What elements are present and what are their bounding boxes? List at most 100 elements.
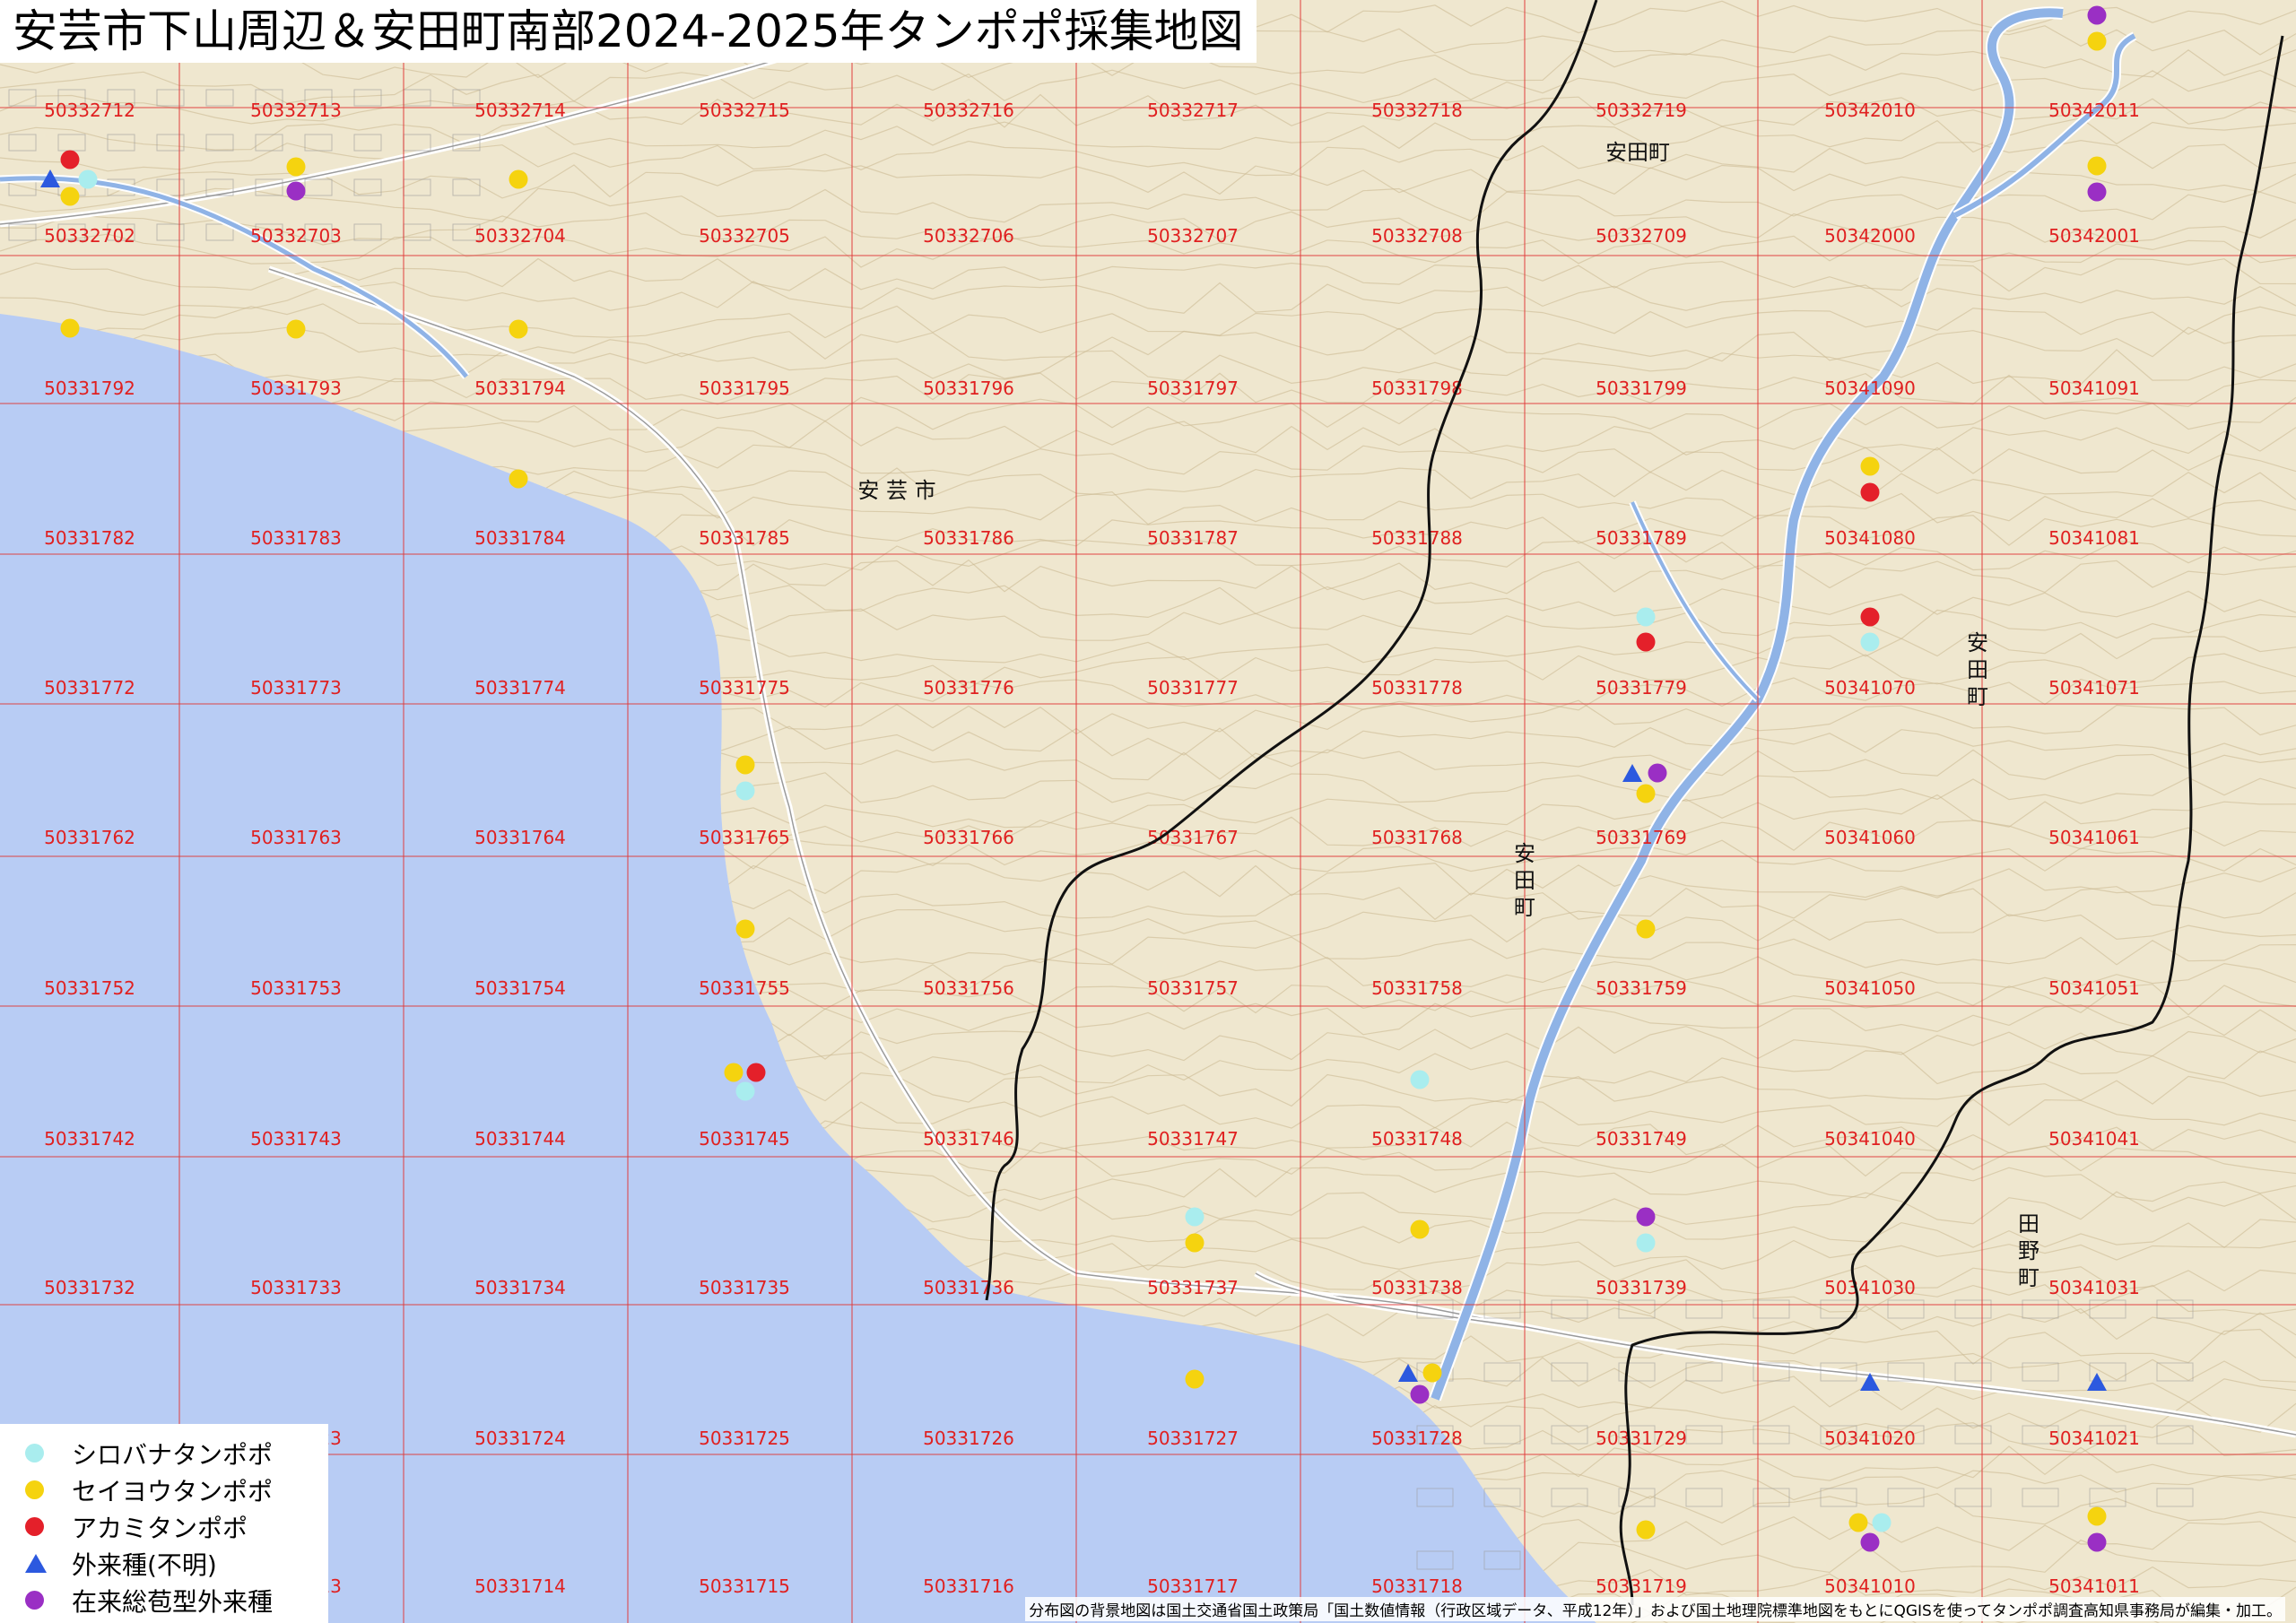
circle-icon (25, 1444, 44, 1462)
sample-marker-circle (2087, 182, 2107, 202)
grid-code-label: 50331768 (1371, 827, 1463, 848)
grid-code-label: 50331732 (44, 1277, 135, 1298)
grid-code-label: 50341081 (2048, 527, 2140, 549)
grid-code-label: 50341030 (1824, 1277, 1916, 1298)
grid-code-label: 50331738 (1371, 1277, 1463, 1298)
grid-code-label: 50332707 (1147, 225, 1239, 247)
grid-code-label: 50331777 (1147, 677, 1239, 699)
grid-code-label: 50341020 (1824, 1428, 1916, 1449)
grid-code-label: 50331754 (474, 977, 566, 999)
grid-code-label: 50341050 (1824, 977, 1916, 999)
grid-code-label: 50331783 (250, 527, 342, 549)
grid-code-label: 50331775 (699, 677, 790, 699)
place-tano: 町 (2018, 1265, 2039, 1290)
grid-code-label: 50332702 (44, 225, 135, 247)
place-yasuda-center: 田 (1514, 868, 1535, 893)
grid-code-label: 50332709 (1596, 225, 1687, 247)
grid-code-label: 50331739 (1596, 1277, 1687, 1298)
sample-marker-circle (286, 181, 306, 201)
sample-marker-circle (1860, 1532, 1880, 1552)
sample-marker-circle (60, 187, 80, 206)
grid-code-label: 50341021 (2048, 1428, 2140, 1449)
place-yasuda-east: 田 (1967, 657, 1988, 682)
sample-marker-circle (60, 150, 80, 169)
sample-marker-circle (1636, 919, 1656, 939)
grid-code-label: 50331755 (699, 977, 790, 999)
grid-code-label: 50331737 (1147, 1277, 1239, 1298)
circle-icon (25, 1517, 44, 1536)
sample-marker-circle (2087, 156, 2107, 176)
grid-code-label: 50331797 (1147, 378, 1239, 399)
grid-code-label: 50332706 (923, 225, 1014, 247)
sample-marker-circle (1410, 1070, 1430, 1089)
grid-code-label: 50341061 (2048, 827, 2140, 848)
grid-code-label: 50341091 (2048, 378, 2140, 399)
legend-item-native-hybrid: 在来総苞型外来種 (25, 1582, 328, 1619)
grid-code-label: 50332716 (923, 100, 1014, 121)
grid-code-label: 50332703 (250, 225, 342, 247)
grid-code-label: 50332714 (474, 100, 566, 121)
sample-marker-circle (735, 919, 755, 939)
grid-code-label: 50331734 (474, 1277, 566, 1298)
grid-code-label: 50331799 (1596, 378, 1687, 399)
grid-code-label: 50331725 (699, 1428, 790, 1449)
legend-item-seiyou: セイヨウタンポポ (25, 1471, 328, 1508)
grid-code-label: 50332712 (44, 100, 135, 121)
map-credit: 分布図の背景地図は国土交通省国土政策局「国土数値情報（行政区域データ、平成12年… (1025, 1597, 2285, 1621)
grid-code-label: 50331798 (1371, 378, 1463, 399)
grid-code-label: 50331724 (474, 1428, 566, 1449)
grid-code-label: 50331785 (699, 527, 790, 549)
grid-code-label: 50331773 (250, 677, 342, 699)
place-tano: 田 (2018, 1211, 2039, 1237)
grid-code-label: 50331726 (923, 1428, 1014, 1449)
sample-marker-circle (1185, 1233, 1205, 1253)
sample-marker-circle (509, 169, 528, 189)
grid-code-label: 50332705 (699, 225, 790, 247)
grid-code-label: 50341041 (2048, 1128, 2140, 1150)
grid-code-label: 50331718 (1371, 1575, 1463, 1597)
map-title: 安芸市下山周辺＆安田町南部2024-2025年タンポポ採集地図 (0, 0, 1257, 63)
grid-code-label: 50341080 (1824, 527, 1916, 549)
grid-code-label: 50332719 (1596, 100, 1687, 121)
place-yasuda-east: 町 (1967, 684, 1988, 709)
grid-code-label: 50341070 (1824, 677, 1916, 699)
circle-icon (25, 1480, 44, 1499)
grid-code-label: 50331717 (1147, 1575, 1239, 1597)
grid-code-label: 50342011 (2048, 100, 2140, 121)
grid-code-label: 50331778 (1371, 677, 1463, 699)
grid-code-label: 50342000 (1824, 225, 1916, 247)
grid-code-label: 50341040 (1824, 1128, 1916, 1150)
grid-code-label: 50331774 (474, 677, 566, 699)
legend-label: 在来総苞型外来種 (72, 1586, 274, 1617)
grid-code-label: 50331748 (1371, 1128, 1463, 1150)
sample-marker-circle (735, 755, 755, 775)
grid-code-label: 50331792 (44, 378, 135, 399)
sample-marker-circle (1185, 1369, 1205, 1389)
grid-code-label: 50331733 (250, 1277, 342, 1298)
sample-marker-circle (1860, 482, 1880, 502)
legend-label: シロバナタンポポ (72, 1439, 274, 1470)
sample-marker-circle (2087, 1532, 2107, 1552)
sample-marker-circle (2087, 5, 2107, 25)
grid-code-label: 50332718 (1371, 100, 1463, 121)
grid-code-label: 50331793 (250, 378, 342, 399)
place-yasuda-center: 安 (1514, 841, 1535, 866)
grid-code-label: 50331769 (1596, 827, 1687, 848)
grid-code-label: 50341090 (1824, 378, 1916, 399)
legend-item-unknown-exotic: 外来種(不明) (25, 1545, 328, 1582)
grid-code-label: 50331727 (1147, 1428, 1239, 1449)
grid-code-label: 50331782 (44, 527, 135, 549)
grid-code-label: 50331753 (250, 977, 342, 999)
grid-code-label: 50331787 (1147, 527, 1239, 549)
place-tano: 野 (2018, 1238, 2039, 1263)
grid-code-label: 50331742 (44, 1128, 135, 1150)
sample-marker-circle (1648, 763, 1667, 783)
grid-code-label: 50331794 (474, 378, 566, 399)
sample-marker-circle (1422, 1363, 1442, 1383)
grid-code-label: 50341071 (2048, 677, 2140, 699)
grid-code-label: 50331747 (1147, 1128, 1239, 1150)
grid-code-label: 50332704 (474, 225, 566, 247)
grid-code-label: 50331765 (699, 827, 790, 848)
sample-marker-circle (1410, 1219, 1430, 1239)
legend-item-akami: アカミタンポポ (25, 1508, 328, 1545)
